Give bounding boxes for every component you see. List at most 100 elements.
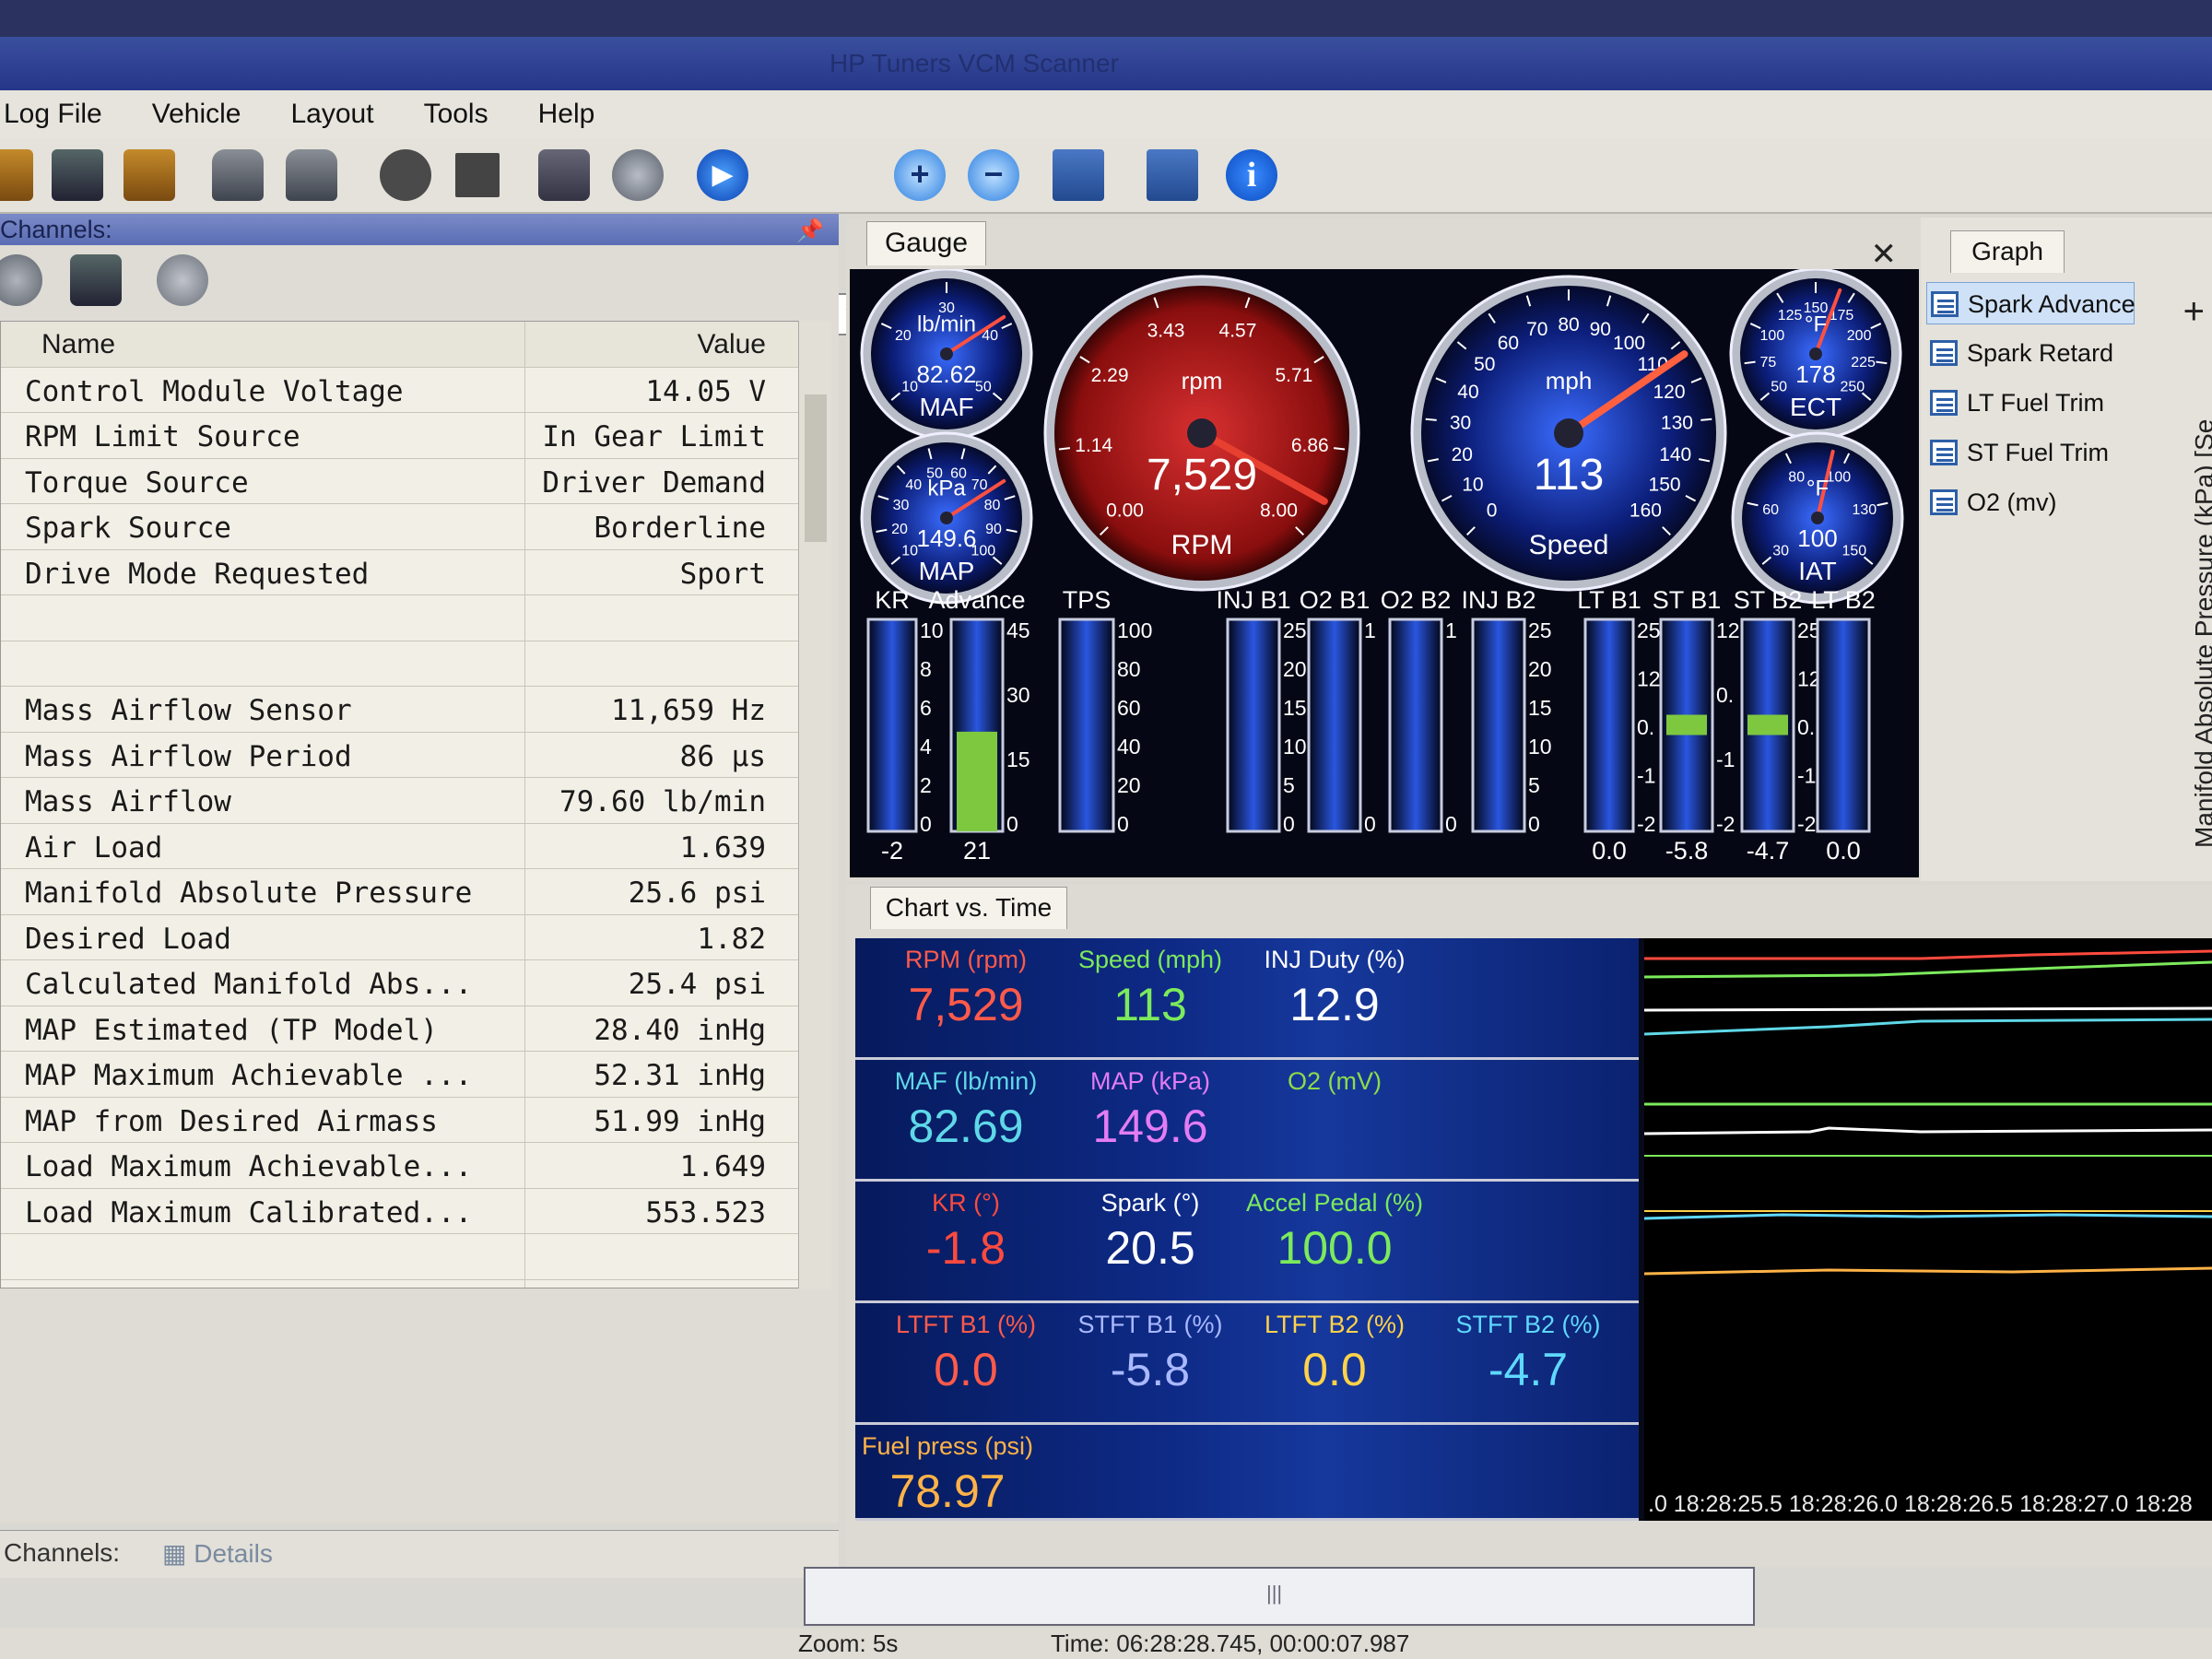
speed-tick-label: 150 [1649, 475, 1681, 496]
layout-icon[interactable] [1053, 149, 1104, 201]
table-row[interactable]: Manifold Absolute Pressure 25.6 psi [1, 869, 819, 915]
scrollbar-thumb[interactable] [805, 394, 827, 542]
graph-channel-item[interactable]: Spark Retard [1926, 332, 2135, 374]
bar-label: ST B2 [1734, 586, 1803, 614]
bar-tick-label: 0 [1117, 812, 1129, 836]
table-row[interactable]: MAP Estimated (TP Model) 28.40 inHg [1, 1006, 819, 1052]
map-tick-label: 90 [985, 522, 1002, 537]
graph-channel-item[interactable]: O2 (mv) [1926, 481, 2135, 524]
record-icon[interactable] [380, 149, 431, 201]
channels-table: Name Value Control Module Voltage 14.05 V… [0, 321, 820, 1288]
tab-graph[interactable]: Graph [1950, 230, 2065, 273]
table-row[interactable]: Load Maximum Achievable... 1.649 [1, 1143, 819, 1189]
table-row[interactable]: Air Load 1.639 [1, 823, 819, 869]
column-divider [524, 732, 525, 777]
table-row[interactable]: MAP from Desired Airmass 51.99 inHg [1, 1097, 819, 1143]
table-row[interactable]: Drive Mode Requested Sport [1, 549, 819, 595]
table-row[interactable]: Mass Airflow Sensor 11,659 Hz [1, 687, 819, 733]
table-icon[interactable] [1147, 149, 1198, 201]
column-header-name[interactable]: Name [41, 329, 115, 360]
channel-value: 52.31 inHg [594, 1059, 766, 1092]
menu-log-file[interactable]: Log File [4, 99, 102, 130]
channels-scrollbar[interactable] [798, 321, 831, 1288]
tab-gauge[interactable]: Gauge [866, 221, 986, 265]
pin-icon[interactable]: 📌 [796, 216, 824, 247]
channel-rows: Control Module Voltage 14.05 V RPM Limit S… [1, 367, 819, 1289]
bar-value: 0.0 [1592, 837, 1627, 865]
rpm-tick [1333, 447, 1346, 451]
play-icon[interactable]: ▶ [697, 149, 748, 201]
open-log-icon[interactable] [0, 149, 33, 201]
tab-details[interactable]: ▦ Details [162, 1538, 273, 1569]
table-row[interactable] [1, 641, 819, 687]
chart-plot-area[interactable] [1643, 938, 2212, 1521]
table-row[interactable] [1, 1234, 819, 1280]
bar-tick-label: 12 [1637, 667, 1661, 691]
gear-icon[interactable] [157, 254, 208, 306]
channel-name: MAP Maximum Achievable ... [25, 1059, 473, 1092]
map-tick-label: 40 [905, 477, 922, 493]
table-row[interactable]: MAP Maximum Achievable ... 52.31 inHg [1, 1052, 819, 1098]
info-icon[interactable]: i [1226, 149, 1277, 201]
channel-name: Manifold Vacuum (ETC Mo... [25, 1288, 472, 1289]
bar-tick-label: 25 [1637, 618, 1661, 642]
tab-chart-vs-time[interactable]: Chart vs. Time [870, 887, 1067, 929]
column-divider [524, 641, 525, 686]
channel-name: Load Maximum Achievable... [25, 1150, 473, 1183]
timeline-scroll[interactable]: ||| [804, 1567, 1755, 1626]
graph-axis-label: Manifold Absolute Pressure (kPa) [Se [2190, 418, 2212, 848]
channel-name: Spark Source [25, 512, 231, 545]
graph-channel-item[interactable]: Spark Advance [1926, 282, 2136, 324]
channel-value: 79.60 lb/min [559, 785, 766, 818]
add-icon[interactable]: + [2183, 291, 2205, 333]
chart-panel: RPM (rpm) 7,529 Speed (mph) 113 INJ Duty (%)… [855, 938, 2212, 1521]
graph-channel-item[interactable]: LT Fuel Trim [1926, 382, 2135, 424]
speed-tick-label: 130 [1661, 412, 1693, 433]
menu-layout[interactable]: Layout [290, 99, 373, 130]
column-header-value[interactable]: Value [697, 329, 766, 360]
power-icon[interactable] [612, 149, 664, 201]
channel-value: Borderline [594, 512, 766, 545]
table-row[interactable]: Calculated Manifold Abs... 25.4 psi [1, 960, 819, 1006]
table-row[interactable]: Torque Source Driver Demand [1, 458, 819, 504]
close-icon[interactable]: ✕ [1871, 236, 1898, 273]
graph-channel-item[interactable]: ST Fuel Trim [1926, 431, 2135, 474]
engine-icon[interactable] [538, 149, 590, 201]
channel-name: MAP Estimated (TP Model) [25, 1013, 438, 1047]
grip-icon[interactable]: ||| [1266, 1582, 1282, 1606]
table-row[interactable]: Load Maximum Calibrated... 553.523 [1, 1188, 819, 1234]
disconnect-vehicle-icon[interactable] [286, 149, 337, 201]
table-row[interactable]: Desired Load 1.82 [1, 914, 819, 960]
table-row[interactable]: RPM Limit Source In Gear Limit [1, 413, 819, 459]
recent-logs-icon[interactable] [124, 149, 175, 201]
channel-value: 1.649 [679, 1150, 766, 1183]
speed-tick-label: 20 [1452, 444, 1473, 465]
bar-tick-label: 1 [1364, 618, 1376, 642]
bar-tick-label: 0. [1637, 715, 1654, 739]
menu-help[interactable]: Help [538, 99, 595, 130]
column-divider [524, 458, 525, 503]
chart-label: O2 (mV) [1287, 1067, 1382, 1095]
stop-icon[interactable] [455, 153, 500, 197]
chart-value: 20.5 [1105, 1222, 1195, 1274]
table-row[interactable]: Mass Airflow Period 86 µs [1, 732, 819, 778]
channel-settings-dropdown-icon[interactable] [0, 254, 42, 306]
bar-tick-label: 20 [1528, 657, 1552, 681]
menu-tools[interactable]: Tools [424, 99, 488, 130]
table-row[interactable] [1, 595, 819, 641]
tab-channels[interactable]: Channels: [4, 1538, 120, 1568]
save-channels-icon[interactable] [70, 254, 122, 306]
speed-tick-label: 70 [1526, 319, 1547, 340]
bar-tick-label: 100 [1117, 618, 1152, 642]
save-log-icon[interactable] [52, 149, 103, 201]
table-row[interactable]: Spark Source Borderline [1, 504, 819, 550]
zoom-out-icon[interactable]: − [968, 149, 1019, 201]
channel-name: Desired Load [25, 922, 231, 956]
column-divider [524, 595, 525, 641]
menu-vehicle[interactable]: Vehicle [152, 99, 241, 130]
zoom-in-icon[interactable]: + [894, 149, 946, 201]
table-row[interactable]: Mass Airflow 79.60 lb/min [1, 778, 819, 824]
table-row[interactable]: Control Module Voltage 14.05 V [1, 367, 819, 413]
table-row[interactable]: Manifold Vacuum (ETC Mo... 0.200 inHg [1, 1279, 819, 1289]
connect-vehicle-icon[interactable] [212, 149, 264, 201]
